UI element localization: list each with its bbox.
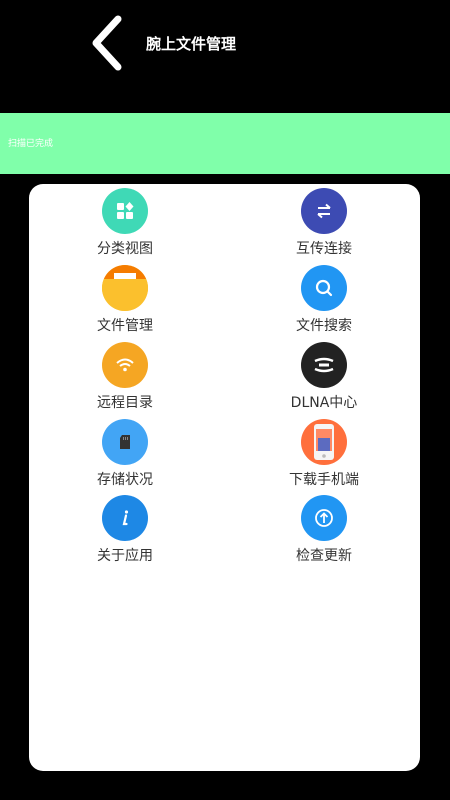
menu-label: 检查更新 — [296, 548, 352, 564]
menu-label: 远程目录 — [97, 395, 153, 411]
wifi-icon — [102, 342, 148, 388]
sd-card-icon — [102, 419, 148, 465]
info-icon — [102, 495, 148, 541]
phone-icon — [301, 419, 347, 465]
status-text: 扫描已完成 — [8, 139, 54, 149]
menu-label: 存储状况 — [97, 472, 153, 488]
menu-label: 文件搜索 — [296, 318, 352, 334]
back-button[interactable] — [82, 12, 132, 74]
page-title: 腕上文件管理 — [146, 35, 237, 53]
menu-item-check-update[interactable]: 检查更新 — [249, 495, 399, 565]
menu-label: 互传连接 — [296, 241, 352, 257]
menu-item-about[interactable]: 关于应用 — [50, 495, 200, 565]
chevron-left-icon — [92, 15, 122, 71]
menu-item-download-mobile[interactable]: 下载手机端 — [249, 419, 399, 489]
menu-label: DLNA中心 — [290, 395, 358, 411]
menu-item-storage-status[interactable]: 存储状况 — [50, 419, 200, 489]
dlna-icon — [301, 342, 347, 388]
menu-item-file-search[interactable]: 文件搜索 — [249, 265, 399, 335]
status-banner — [0, 113, 450, 174]
update-icon — [301, 495, 347, 541]
menu-item-category-view[interactable]: 分类视图 — [50, 188, 200, 258]
transfer-icon — [301, 188, 347, 234]
menu-card: 分类视图 互传连接 文件管理 文件搜索 远程目录 DLNA中心 存储状况 下载手… — [29, 184, 420, 771]
menu-label: 下载手机端 — [289, 472, 359, 488]
app-header: 腕上文件管理 — [0, 0, 450, 88]
menu-label: 文件管理 — [97, 318, 153, 334]
menu-item-file-manager[interactable]: 文件管理 — [50, 265, 200, 335]
menu-item-dlna-center[interactable]: DLNA中心 — [249, 342, 399, 412]
menu-label: 分类视图 — [97, 241, 153, 257]
grid-icon — [102, 188, 148, 234]
menu-item-transfer[interactable]: 互传连接 — [249, 188, 399, 258]
folder-icon — [102, 265, 148, 311]
menu-item-remote-directory[interactable]: 远程目录 — [50, 342, 200, 412]
menu-label: 关于应用 — [97, 548, 153, 564]
search-icon — [301, 265, 347, 311]
